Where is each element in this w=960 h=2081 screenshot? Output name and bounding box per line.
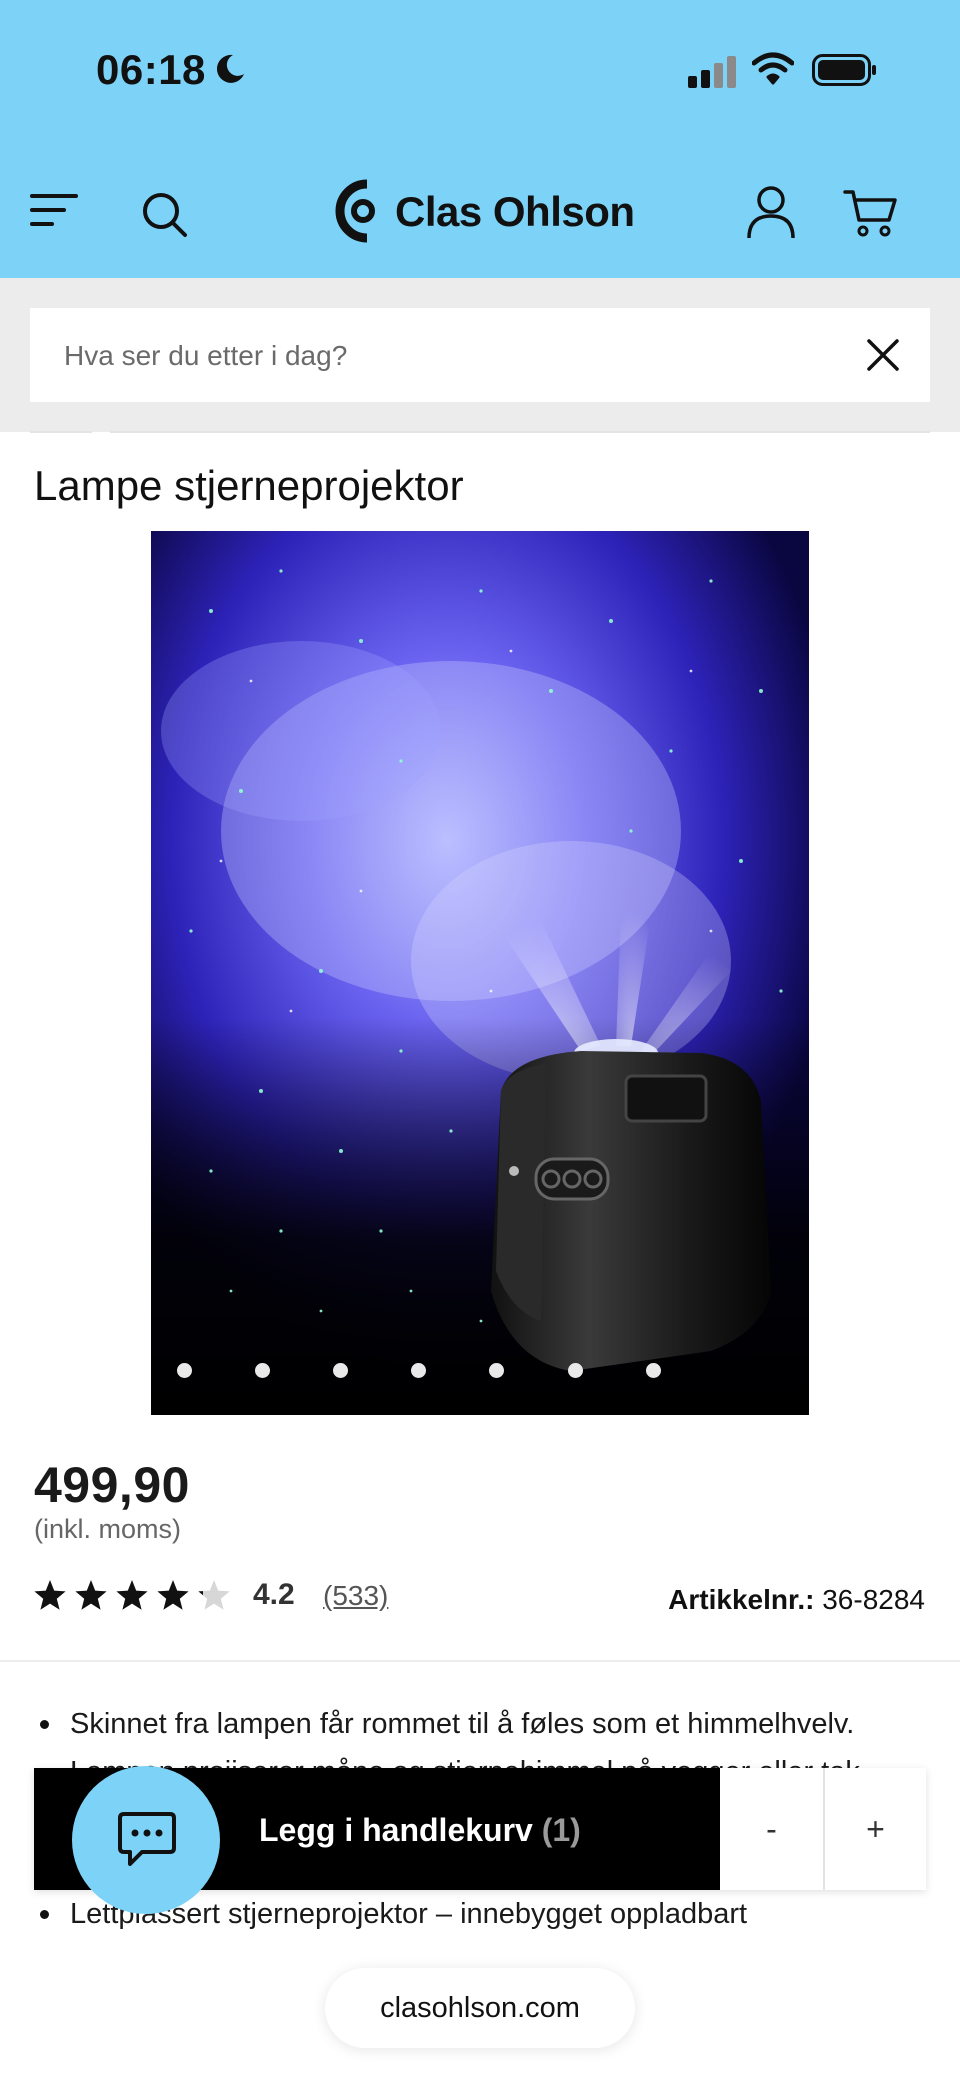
article-value: 36-8284 <box>822 1584 925 1615</box>
carousel-dot[interactable] <box>333 1363 348 1378</box>
chat-button[interactable] <box>72 1766 220 1914</box>
page-title: Lampe stjerneprojektor <box>34 462 464 509</box>
search-icon[interactable] <box>140 190 188 238</box>
product-image[interactable] <box>151 531 809 1415</box>
chat-icon <box>118 1812 176 1866</box>
status-time: 06:18 <box>96 46 206 93</box>
product-price: 499,90 <box>34 1457 190 1513</box>
rating-value: 4.2 <box>253 1578 295 1611</box>
close-icon[interactable] <box>866 338 900 372</box>
cart-icon[interactable] <box>843 188 899 238</box>
menu-icon[interactable] <box>30 190 82 230</box>
increase-quantity-button[interactable]: + <box>825 1768 926 1890</box>
cart-count: (1) <box>541 1812 581 1848</box>
add-to-cart-text: Legg i handlekurv <box>259 1812 533 1848</box>
carousel-dot[interactable] <box>646 1363 661 1378</box>
decrease-quantity-button[interactable]: - <box>720 1768 823 1890</box>
star-rating-icon <box>34 1580 230 1610</box>
article-label: Artikkelnr.: <box>668 1584 815 1615</box>
brand-logo[interactable]: Clas Ohlson <box>333 178 635 244</box>
carousel-dot[interactable] <box>489 1363 504 1378</box>
vat-note: (inkl. moms) <box>34 1514 181 1544</box>
article-number: Artikkelnr.: 36-8284 <box>668 1584 925 1616</box>
brand-name: Clas Ohlson <box>395 188 635 235</box>
carousel-dot[interactable] <box>568 1363 583 1378</box>
carousel-dot[interactable] <box>255 1363 270 1378</box>
battery-icon <box>812 54 876 86</box>
browser-url-pill[interactable]: clasohlson.com <box>325 1968 635 2048</box>
review-count-link[interactable]: (533) <box>323 1580 388 1612</box>
brand-logo-icon <box>335 179 375 243</box>
carousel-dot[interactable] <box>177 1363 192 1378</box>
user-icon[interactable] <box>746 184 796 240</box>
feature-item: Skinnet fra lampen får rommet til å føle… <box>34 1700 934 1748</box>
divider <box>0 1660 960 1662</box>
moon-icon <box>216 54 244 83</box>
carousel-dot[interactable] <box>411 1363 426 1378</box>
divider <box>30 431 92 433</box>
add-to-cart-label: Legg i handlekurv (1) <box>259 1812 581 1849</box>
star-projector-photo <box>151 531 809 1415</box>
wifi-icon <box>752 52 794 85</box>
divider <box>110 431 930 433</box>
search-box[interactable] <box>30 308 930 404</box>
search-input[interactable] <box>62 308 846 404</box>
cellular-signal-icon <box>688 56 736 88</box>
